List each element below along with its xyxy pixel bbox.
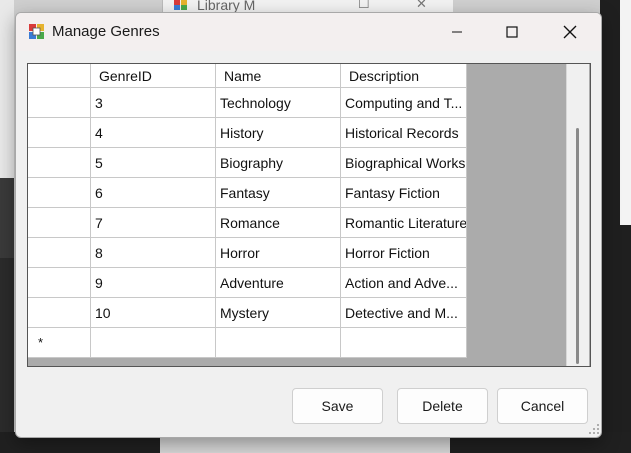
cell-description[interactable]: Computing and T...: [341, 88, 467, 118]
column-header-genreid[interactable]: GenreID: [91, 64, 216, 88]
close-button[interactable]: [542, 13, 598, 51]
row-header[interactable]: [28, 268, 91, 298]
background-window-left-dark: [0, 178, 14, 258]
cell-name[interactable]: Mystery: [216, 298, 341, 328]
background-window-right: [620, 0, 631, 225]
cell-name[interactable]: Biography: [216, 148, 341, 178]
cell-description[interactable]: Horror Fiction: [341, 238, 467, 268]
new-row-marker[interactable]: *: [28, 328, 91, 358]
cell-name[interactable]: Fantasy: [216, 178, 341, 208]
row-header[interactable]: [28, 298, 91, 328]
minimize-button[interactable]: [429, 13, 485, 51]
cell-name[interactable]: Romance: [216, 208, 341, 238]
background-close-icon[interactable]: ✕: [416, 0, 427, 12]
close-icon: [563, 25, 577, 39]
cell-genreid[interactable]: 5: [91, 148, 216, 178]
dialog-title: Manage Genres: [52, 23, 160, 40]
cell-genreid[interactable]: 10: [91, 298, 216, 328]
background-desktop-left: [0, 258, 14, 453]
delete-button[interactable]: Delete: [397, 388, 488, 424]
resize-grip-icon[interactable]: [588, 423, 600, 435]
scrollbar-thumb[interactable]: [576, 128, 579, 364]
new-row-cell-description[interactable]: [341, 328, 467, 358]
background-app-icon: [174, 0, 187, 10]
row-header[interactable]: [28, 148, 91, 178]
cell-genreid[interactable]: 3: [91, 88, 216, 118]
cell-description[interactable]: Historical Records: [341, 118, 467, 148]
new-row-cell-genreid[interactable]: [91, 328, 216, 358]
row-header[interactable]: [28, 208, 91, 238]
row-header[interactable]: [28, 178, 91, 208]
cell-genreid[interactable]: 4: [91, 118, 216, 148]
cell-description[interactable]: Action and Adve...: [341, 268, 467, 298]
cell-description[interactable]: Fantasy Fiction: [341, 178, 467, 208]
cell-description[interactable]: Detective and M...: [341, 298, 467, 328]
row-header[interactable]: [28, 238, 91, 268]
app-icon: [29, 24, 44, 39]
genres-data-grid[interactable]: GenreID Name Description 3 Technology Co…: [27, 63, 591, 367]
background-window-left: [0, 0, 14, 178]
row-header[interactable]: [28, 118, 91, 148]
new-row-cell-name[interactable]: [216, 328, 341, 358]
cell-genreid[interactable]: 9: [91, 268, 216, 298]
column-header-description[interactable]: Description: [341, 64, 467, 88]
maximize-button[interactable]: [484, 13, 540, 51]
grid-corner-header[interactable]: [28, 64, 91, 88]
maximize-icon: [506, 26, 518, 38]
cell-genreid[interactable]: 7: [91, 208, 216, 238]
vertical-scrollbar[interactable]: [566, 64, 589, 366]
row-header[interactable]: [28, 88, 91, 118]
title-bar[interactable]: Manage Genres: [16, 13, 601, 51]
background-maximize-icon[interactable]: ☐: [358, 0, 370, 12]
cell-name[interactable]: Adventure: [216, 268, 341, 298]
cell-genreid[interactable]: 6: [91, 178, 216, 208]
cancel-button[interactable]: Cancel: [497, 388, 588, 424]
cell-description[interactable]: Romantic Literature: [341, 208, 467, 238]
column-header-name[interactable]: Name: [216, 64, 341, 88]
manage-genres-dialog: Manage Genres GenreID Name Description 3: [15, 12, 602, 438]
cell-description[interactable]: Biographical Works: [341, 148, 467, 178]
cell-genreid[interactable]: 8: [91, 238, 216, 268]
cell-name[interactable]: History: [216, 118, 341, 148]
save-button[interactable]: Save: [292, 388, 383, 424]
cell-name[interactable]: Technology: [216, 88, 341, 118]
minimize-icon: [452, 31, 462, 33]
cell-name[interactable]: Horror: [216, 238, 341, 268]
